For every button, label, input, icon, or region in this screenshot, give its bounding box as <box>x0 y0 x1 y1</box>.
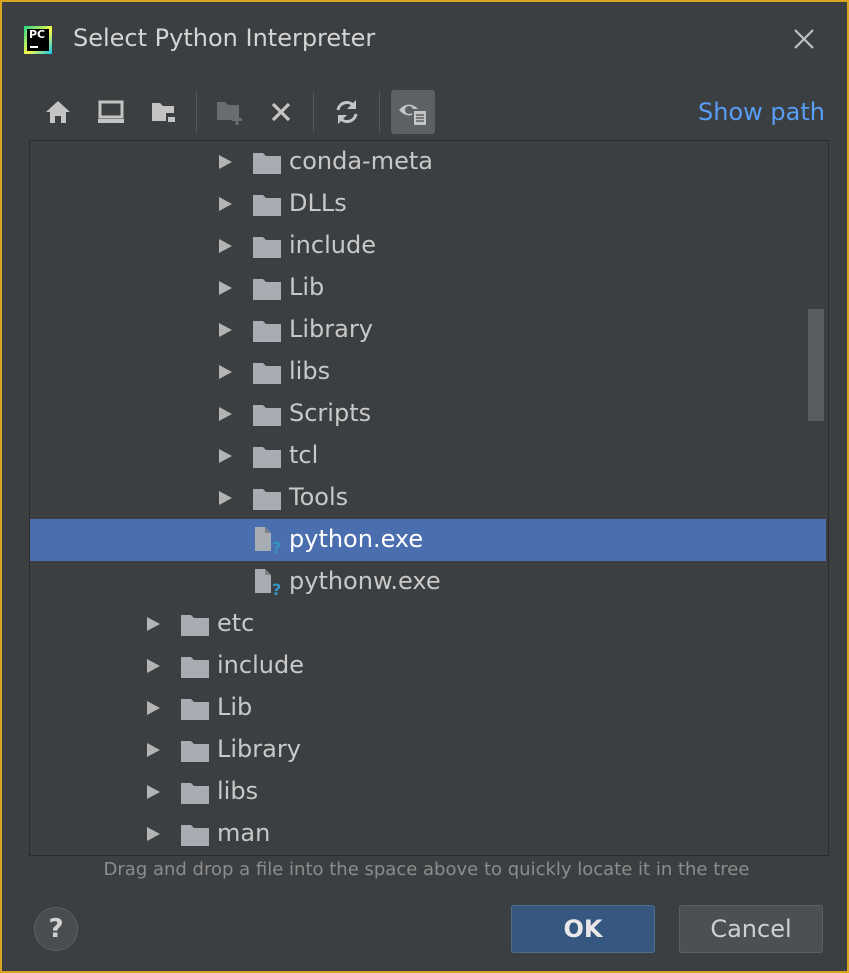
tree-row-label: Lib <box>217 693 253 721</box>
tree-row-file[interactable]: ? python.exe <box>30 519 826 561</box>
expand-arrow-icon[interactable] <box>217 490 233 506</box>
delete-icon[interactable] <box>259 90 303 134</box>
tree-row-folder[interactable]: Tools <box>30 477 826 519</box>
help-button[interactable]: ? <box>34 907 78 951</box>
tree-row-folder[interactable]: Library <box>30 309 826 351</box>
tree-row-label: conda-meta <box>289 147 433 175</box>
tree-row-label: python.exe <box>289 525 424 553</box>
tree-row-label: libs <box>217 777 259 805</box>
close-icon[interactable] <box>789 24 819 54</box>
expand-arrow-icon[interactable] <box>145 700 161 716</box>
folder-icon <box>180 696 210 722</box>
folder-icon <box>252 192 282 218</box>
project-folder-icon[interactable] <box>142 90 186 134</box>
ok-button[interactable]: OK <box>511 905 655 953</box>
folder-icon <box>180 822 210 848</box>
folder-icon <box>180 780 210 806</box>
home-icon[interactable] <box>36 90 80 134</box>
unknown-file-icon: ? <box>252 524 282 557</box>
toolbar-separator <box>196 92 197 132</box>
expand-arrow-icon[interactable] <box>217 364 233 380</box>
tree-row-label: libs <box>289 357 331 385</box>
show-path-link[interactable]: Show path <box>698 98 825 126</box>
tree-row-label: pythonw.exe <box>289 567 441 595</box>
expand-arrow-icon[interactable] <box>145 658 161 674</box>
tree-row-label: Library <box>289 315 373 343</box>
tree-row-label: DLLs <box>289 189 347 217</box>
folder-icon <box>180 654 210 680</box>
folder-icon <box>180 612 210 638</box>
tree-row-folder[interactable]: Lib <box>30 687 826 729</box>
unknown-file-icon: ? <box>252 566 282 599</box>
svg-text:?: ? <box>272 538 281 554</box>
select-interpreter-dialog: PC Select Python Interpreter Show path c… <box>0 0 849 973</box>
tree-row-label: Lib <box>289 273 325 301</box>
folder-icon <box>252 402 282 428</box>
expand-arrow-icon[interactable] <box>217 238 233 254</box>
folder-icon <box>252 150 282 176</box>
tree-row-label: include <box>289 231 376 259</box>
svg-text:?: ? <box>272 580 281 596</box>
tree-row-folder[interactable]: libs <box>30 351 826 393</box>
folder-icon <box>252 444 282 470</box>
app-logo-text: PC <box>29 28 46 41</box>
toolbar-separator <box>313 92 314 132</box>
tree-row-folder[interactable]: conda-meta <box>30 141 826 183</box>
desktop-icon[interactable] <box>89 90 133 134</box>
tree-row-label: tcl <box>289 441 319 469</box>
expand-arrow-icon[interactable] <box>145 784 161 800</box>
tree-row-folder[interactable]: Lib <box>30 267 826 309</box>
drag-drop-hint: Drag and drop a file into the space abov… <box>103 859 750 880</box>
folder-icon <box>252 234 282 260</box>
pycharm-logo-icon: PC <box>24 26 52 54</box>
toolbar: Show path <box>2 86 847 138</box>
tree-row-folder[interactable]: Library <box>30 729 826 771</box>
tree-row-folder[interactable]: Scripts <box>30 393 826 435</box>
tree-row-folder[interactable]: DLLs <box>30 183 826 225</box>
expand-arrow-icon[interactable] <box>217 280 233 296</box>
folder-icon <box>252 486 282 512</box>
expand-arrow-icon[interactable] <box>145 742 161 758</box>
expand-arrow-icon[interactable] <box>217 322 233 338</box>
tree-row-label: etc <box>217 609 255 637</box>
expand-arrow-icon[interactable] <box>217 406 233 422</box>
tree-row-folder[interactable]: include <box>30 645 826 687</box>
toolbar-separator <box>379 92 380 132</box>
tree-row-file[interactable]: ? pythonw.exe <box>30 561 826 603</box>
folder-icon <box>252 318 282 344</box>
tree-row-folder[interactable]: man <box>30 813 826 855</box>
title-bar: PC Select Python Interpreter <box>2 2 847 78</box>
file-tree[interactable]: conda-meta DLLs include Lib Library libs Scrip… <box>29 140 829 856</box>
expand-arrow-icon[interactable] <box>145 616 161 632</box>
show-hidden-icon[interactable] <box>391 90 435 134</box>
dialog-title: Select Python Interpreter <box>73 24 376 52</box>
expand-arrow-icon[interactable] <box>217 448 233 464</box>
expand-arrow-icon[interactable] <box>217 196 233 212</box>
tree-row-label: Tools <box>289 483 349 511</box>
tree-row-folder[interactable]: etc <box>30 603 826 645</box>
tree-row-folder[interactable]: tcl <box>30 435 826 477</box>
tree-row-label: man <box>217 819 271 847</box>
tree-scrollbar[interactable] <box>808 309 824 421</box>
tree-row-label: Scripts <box>289 399 372 427</box>
tree-row-folder[interactable]: include <box>30 225 826 267</box>
folder-icon <box>180 738 210 764</box>
expand-arrow-icon[interactable] <box>145 826 161 842</box>
expand-arrow-icon[interactable] <box>217 154 233 170</box>
cancel-button[interactable]: Cancel <box>679 905 823 953</box>
refresh-icon[interactable] <box>325 90 369 134</box>
folder-icon <box>252 276 282 302</box>
tree-row-label: Library <box>217 735 301 763</box>
tree-row-folder[interactable]: libs <box>30 771 826 813</box>
tree-row-label: include <box>217 651 304 679</box>
folder-icon <box>252 360 282 386</box>
new-folder-icon[interactable] <box>208 90 252 134</box>
